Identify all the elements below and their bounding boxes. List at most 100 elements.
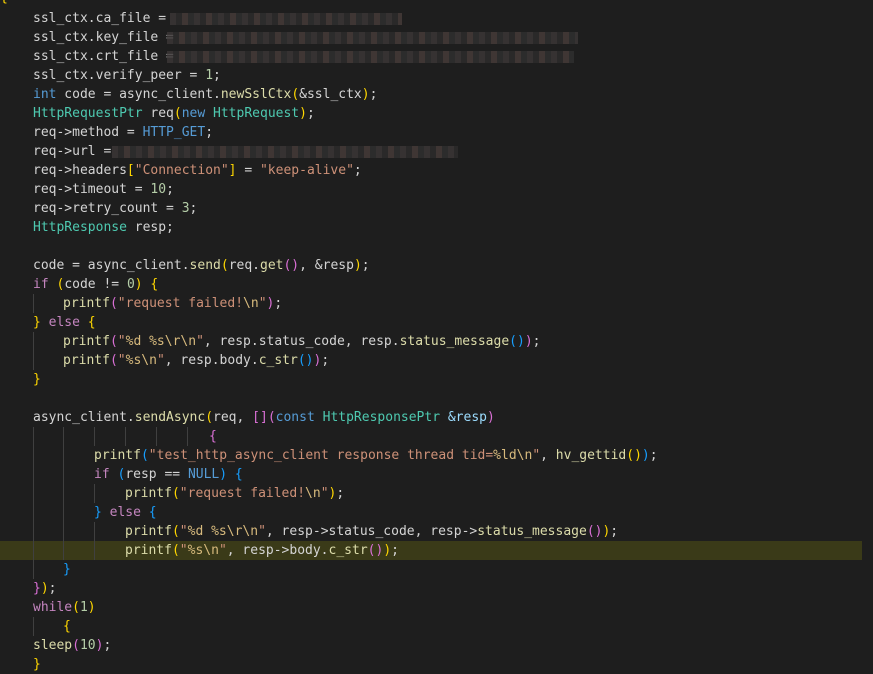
code-token: status_message <box>477 524 587 539</box>
code-line[interactable]: ssl_ctx.key_file = <box>0 28 873 47</box>
code-line[interactable]: async_client.sendAsync(req, [](const Htt… <box>0 408 873 427</box>
indent-guide <box>63 446 64 465</box>
code-line[interactable]: HttpRequestPtr req(new HttpRequest); <box>0 104 873 123</box>
code-token: status_message <box>399 334 510 349</box>
code-token: { <box>209 429 217 444</box>
indent-guide <box>33 427 34 446</box>
code-token: ; <box>48 581 57 596</box>
code-token: ( <box>72 600 80 615</box>
code-token: ) <box>87 600 96 615</box>
code-token: ) <box>299 106 307 121</box>
redacted-value <box>167 32 578 44</box>
code-token: () <box>283 258 300 273</box>
code-line[interactable]: printf("%d %s\r\n", resp->status_code, r… <box>0 522 873 541</box>
code-text: } <box>63 560 71 579</box>
code-text: req->method = HTTP_GET; <box>33 123 213 142</box>
code-token: else <box>109 505 141 520</box>
code-token: printf <box>125 524 172 539</box>
code-text: HttpRequestPtr req(new HttpRequest); <box>33 104 315 123</box>
code-line[interactable] <box>0 389 873 408</box>
code-line[interactable]: HttpResponse resp; <box>0 218 873 237</box>
code-text: { <box>209 427 217 446</box>
code-line[interactable]: printf("request failed!\n"); <box>0 294 873 313</box>
code-line[interactable]: req->retry_count = 3; <box>0 199 873 218</box>
code-token: ; <box>306 106 315 121</box>
code-line[interactable]: } else { <box>0 503 873 522</box>
code-token: { <box>150 277 159 292</box>
code-token: while <box>33 600 73 615</box>
code-line[interactable]: printf("%s\n", resp.body.c_str()); <box>0 351 873 370</box>
code-token: req->retry_count = <box>33 201 182 216</box>
code-token: ; <box>189 201 198 216</box>
code-token: const <box>275 410 315 425</box>
code-token: "request failed! <box>117 296 244 311</box>
code-token: ; <box>166 182 174 197</box>
code-line[interactable]: int code = async_client.newSslCtx(&ssl_c… <box>0 85 873 104</box>
code-line[interactable]: } else { <box>0 313 873 332</box>
code-token: [ <box>126 163 135 178</box>
code-line[interactable]: while(1) <box>0 598 873 617</box>
code-line[interactable]: printf("request failed!\n"); <box>0 484 873 503</box>
code-token: HttpRequestPtr <box>33 106 143 121</box>
code-line[interactable]: { <box>0 427 873 446</box>
code-token: ) <box>361 87 370 102</box>
code-token: ; <box>103 638 112 653</box>
code-token: ( <box>173 106 182 121</box>
code-token: sendAsync <box>134 410 206 425</box>
code-token: 1 <box>79 600 88 615</box>
code-token: %s\n <box>187 543 219 558</box>
code-line[interactable]: req->headers["Connection"] = "keep-alive… <box>0 161 873 180</box>
code-text: printf("%d %s\r\n", resp->status_code, r… <box>125 522 618 541</box>
indent-guide <box>33 560 34 579</box>
current-line[interactable]: printf("%s\n", resp->body.c_str()); <box>0 541 862 560</box>
code-line[interactable]: printf("%d %s\r\n", resp.status_code, re… <box>0 332 873 351</box>
code-token: ssl_ctx.ca_file = <box>33 11 174 26</box>
code-line[interactable]: } <box>0 560 873 579</box>
code-line[interactable]: } <box>0 370 873 389</box>
code-token: c_str <box>258 353 298 368</box>
code-line[interactable]: sleep(10); <box>0 636 873 655</box>
code-text: int code = async_client.newSslCtx(&ssl_c… <box>33 85 377 104</box>
code-token: 10 <box>79 638 96 653</box>
code-line[interactable]: req->method = HTTP_GET; <box>0 123 873 142</box>
code-token: ; <box>205 125 214 140</box>
code-token: ssl_ctx.key_file = <box>33 30 182 45</box>
code-text: printf("%s\n", resp.body.c_str()); <box>63 351 329 370</box>
code-editor[interactable]: { ssl_ctx.ca_file = ssl_ctx.key_file = s… <box>0 0 873 672</box>
code-text: async_client.sendAsync(req, [](const Htt… <box>33 408 495 427</box>
code-text: code = async_client.send(req.get(), &res… <box>33 256 370 275</box>
code-token: \n <box>243 296 259 311</box>
redacted-value <box>170 13 402 25</box>
code-line[interactable]: req->timeout = 10; <box>0 180 873 199</box>
code-line[interactable]: req->url = <box>0 142 873 161</box>
code-token: } <box>33 372 41 387</box>
code-line[interactable]: code = async_client.send(req.get(), &res… <box>0 256 873 275</box>
code-line[interactable]: ssl_ctx.ca_file = <box>0 9 873 28</box>
code-token: "test_http_async_client response thread … <box>148 448 494 463</box>
code-token: ssl_ctx.verify_peer = <box>33 68 206 83</box>
indent-guide <box>63 465 64 484</box>
code-token: ; <box>274 296 283 311</box>
code-line[interactable]: ssl_ctx.verify_peer = 1; <box>0 66 873 85</box>
code-token: " <box>258 524 266 539</box>
code-line[interactable]: if (resp == NULL) { <box>0 465 873 484</box>
code-line[interactable] <box>0 237 873 256</box>
code-token: { <box>63 619 71 634</box>
code-token: ; <box>361 258 370 273</box>
code-token: ( <box>267 410 276 425</box>
code-token: resp == <box>125 467 188 482</box>
code-line[interactable]: { <box>0 617 873 636</box>
code-token: req->url = <box>33 144 120 159</box>
code-token: ; <box>369 87 378 102</box>
code-text: printf("%s\n", resp->body.c_str()); <box>125 541 399 560</box>
code-line[interactable]: if (code != 0) { <box>0 275 873 294</box>
code-line[interactable]: ssl_ctx.crt_file = <box>0 47 873 66</box>
code-token: } <box>63 562 71 577</box>
code-token: = <box>236 163 260 178</box>
code-token: " <box>196 334 204 349</box>
code-line[interactable]: }); <box>0 579 873 598</box>
code-line[interactable]: printf("test_http_async_client response … <box>0 446 873 465</box>
code-token: req->headers <box>33 163 127 178</box>
code-token: "Connection" <box>134 163 229 178</box>
